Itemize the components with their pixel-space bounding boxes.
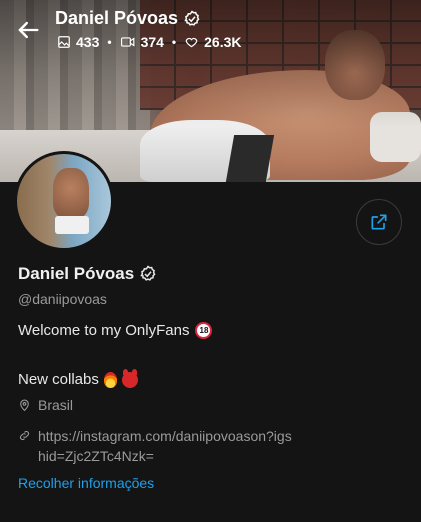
bio-line-1: Welcome to my OnlyFans 18 bbox=[18, 322, 213, 339]
back-arrow-icon bbox=[18, 21, 39, 39]
likes-stat: 26.3K bbox=[184, 34, 241, 50]
video-icon bbox=[120, 37, 134, 47]
header-title: Daniel Póvoas bbox=[55, 8, 201, 29]
photos-stat[interactable]: 433 bbox=[57, 34, 99, 50]
website-link[interactable]: https://instagram.com/daniipovoason?igsh… bbox=[38, 426, 298, 466]
devil-emoji bbox=[121, 368, 138, 388]
avatar[interactable] bbox=[14, 151, 114, 251]
verified-icon bbox=[184, 9, 200, 26]
photos-count: 433 bbox=[76, 34, 100, 50]
back-button[interactable] bbox=[14, 16, 42, 44]
separator-dot: • bbox=[171, 35, 177, 49]
profile-handle: @daniipovoas bbox=[18, 291, 107, 307]
website-link-row[interactable]: https://instagram.com/daniipovoason?igsh… bbox=[18, 426, 298, 466]
likes-count: 26.3K bbox=[204, 34, 242, 50]
link-icon bbox=[19, 430, 30, 441]
bio-line-2-text: New collabs bbox=[18, 371, 99, 388]
profile-name: Daniel Póvoas bbox=[18, 264, 135, 283]
videos-count: 374 bbox=[140, 34, 164, 50]
share-button[interactable] bbox=[356, 199, 402, 245]
18-plus-icon: 18 bbox=[195, 322, 213, 339]
location-text: Brasil bbox=[38, 397, 74, 413]
videos-stat[interactable]: 374 bbox=[120, 34, 164, 50]
location-row: Brasil bbox=[18, 397, 73, 413]
profile-name-row: Daniel Póvoas bbox=[18, 264, 157, 284]
location-pin-icon bbox=[20, 399, 29, 411]
verified-icon bbox=[140, 265, 156, 281]
fire-emoji bbox=[103, 371, 117, 388]
image-icon bbox=[58, 36, 70, 48]
share-icon bbox=[371, 214, 387, 230]
bio-line-1-text: Welcome to my OnlyFans bbox=[18, 322, 190, 339]
heart-icon bbox=[185, 37, 198, 48]
header-name: Daniel Póvoas bbox=[55, 8, 179, 28]
separator-dot: • bbox=[107, 35, 112, 49]
header-stats: 433 • 374 • 26.3K bbox=[57, 34, 241, 50]
collapse-info-link[interactable]: Recolher informações bbox=[18, 475, 154, 491]
top-bar: Daniel Póvoas 433 • 374 • 26.3K bbox=[0, 0, 421, 60]
bio-line-2: New collabs bbox=[18, 368, 138, 388]
